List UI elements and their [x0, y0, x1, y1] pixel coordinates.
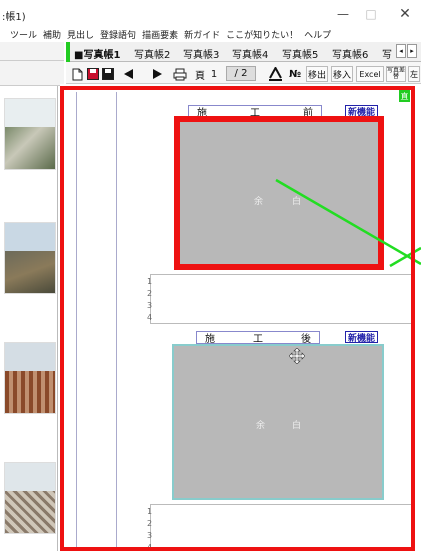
minimize-button[interactable]: — — [330, 4, 356, 24]
menu-bar: ツール 補助 見出し 登録語句 描画要素 新ガイド ここが知りたい！ ヘルプ — [0, 26, 421, 42]
menu-assist[interactable]: 補助 — [43, 28, 61, 41]
thumbnail-photo[interactable] — [4, 222, 56, 294]
menu-tools[interactable]: ツール — [10, 28, 37, 41]
tab-scroll-left-icon[interactable]: ◂ — [396, 44, 406, 58]
thumbnail-panel[interactable] — [0, 86, 58, 551]
left-panel-header — [0, 42, 64, 86]
page-total-field[interactable]: / 2 — [226, 66, 256, 81]
import-button[interactable]: 移入 — [331, 66, 353, 82]
tab-photo-book-5[interactable]: 写真帳5 — [282, 45, 318, 61]
menu-headings[interactable]: 見出し — [67, 28, 94, 41]
save-all-icon[interactable] — [101, 66, 115, 82]
menu-phrases[interactable]: 登録語句 — [100, 28, 136, 41]
corner-badge[interactable]: 直 — [399, 90, 410, 102]
tab-photo-book-7[interactable]: 写 — [382, 45, 392, 61]
thumbnail-photo[interactable] — [4, 462, 56, 534]
tab-photo-book-1[interactable]: ■写真帳1 — [74, 45, 120, 61]
tab-photo-book-3[interactable]: 写真帳3 — [183, 45, 219, 61]
photo-replace-button[interactable]: 写真差替 — [386, 66, 406, 82]
active-tab-indicator — [66, 42, 70, 62]
extract-button[interactable]: 移出 — [306, 66, 328, 82]
next-page-icon[interactable] — [150, 66, 166, 82]
page-total: 2 — [241, 68, 248, 79]
window-title: :帳1) — [2, 12, 26, 23]
thumbnail-photo[interactable] — [4, 98, 56, 170]
menu-help[interactable]: ヘルプ — [304, 28, 331, 41]
divider — [0, 60, 64, 61]
thumbnail-photo[interactable] — [4, 342, 56, 414]
menu-draw-elements[interactable]: 描画要素 — [142, 28, 178, 41]
save-icon[interactable] — [86, 66, 100, 82]
page-label: 頁 — [195, 70, 205, 82]
menu-new-guide[interactable]: 新ガイド — [184, 28, 220, 41]
prev-page-icon[interactable] — [120, 66, 136, 82]
tab-photo-book-4[interactable]: 写真帳4 — [232, 45, 268, 61]
new-page-icon[interactable] — [70, 66, 84, 82]
number-button[interactable]: № — [286, 66, 304, 82]
page-separator: / — [234, 68, 238, 79]
text-color-icon[interactable] — [268, 66, 282, 82]
tab-photo-book-2[interactable]: 写真帳2 — [134, 45, 170, 61]
menu-faq[interactable]: ここが知りたい！ — [226, 28, 298, 41]
print-icon[interactable] — [172, 66, 188, 82]
maximize-button[interactable]: □ — [358, 4, 384, 24]
page-current: 1 — [210, 68, 218, 80]
tab-scroll-right-icon[interactable]: ▸ — [407, 44, 417, 58]
highlight-frame — [60, 86, 415, 551]
tab-photo-book-6[interactable]: 写真帳6 — [332, 45, 368, 61]
excel-button[interactable]: Excel — [356, 66, 384, 82]
more-button[interactable]: 左 — [408, 66, 420, 82]
close-button[interactable]: ✕ — [392, 4, 418, 24]
